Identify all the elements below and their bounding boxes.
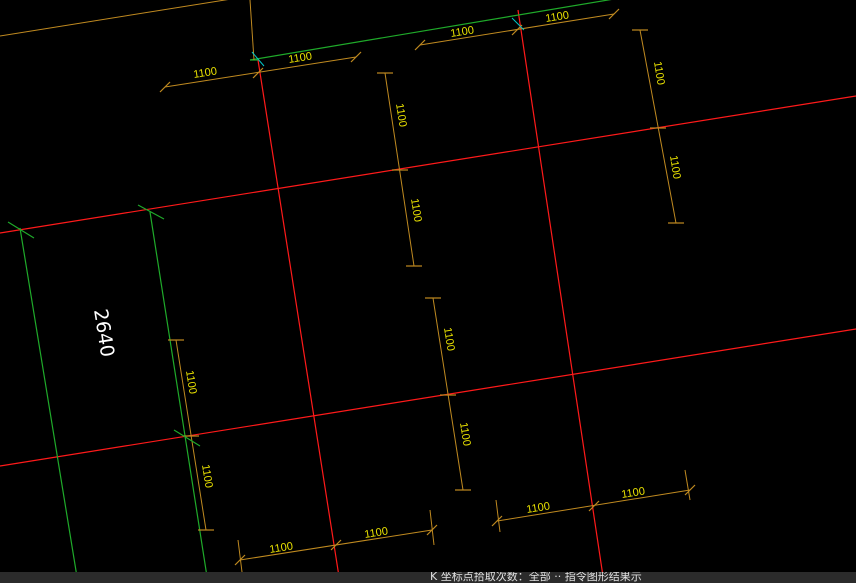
cad-drawing-canvas[interactable]: 1100 1100 1100 1100 1100 1100 1100 1100 … xyxy=(0,0,856,583)
canvas-background xyxy=(0,0,856,583)
status-text: K 坐标点拾取次数：全部 ·· 指令图形结果示 xyxy=(430,572,642,583)
status-bar: K 坐标点拾取次数：全部 ·· 指令图形结果示 xyxy=(0,572,856,583)
